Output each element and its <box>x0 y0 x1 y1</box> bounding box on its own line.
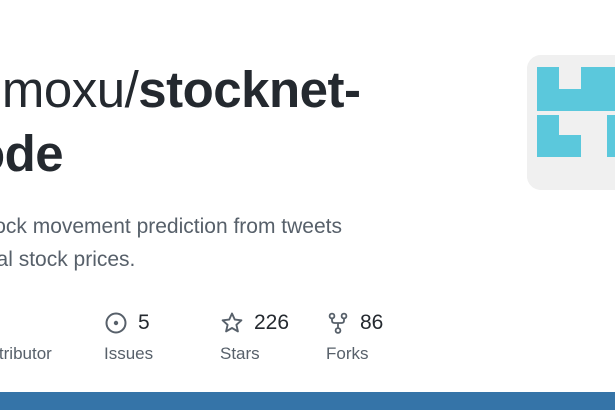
social-preview-card: umoxu/stocknet- ode e for stock movement… <box>0 0 615 410</box>
stars-label: Stars <box>220 344 260 363</box>
forks-count: 86 <box>360 311 384 334</box>
repo-description: e for stock movement prediction from twe… <box>0 210 490 276</box>
stars-count: 226 <box>254 311 290 334</box>
repo-title[interactable]: umoxu/stocknet- ode <box>0 58 494 186</box>
repo-owner[interactable]: umoxu/ <box>0 61 139 118</box>
star-icon <box>220 311 244 335</box>
issues-count: 5 <box>138 311 150 334</box>
description-line1: e for stock movement prediction from twe… <box>0 215 342 238</box>
repo-name-line2[interactable]: ode <box>0 125 64 182</box>
stat-forks[interactable]: 86 Forks <box>326 308 383 368</box>
repo-stats: ontributor 5 Issues <box>0 308 615 368</box>
stat-contributors[interactable]: ontributor <box>0 308 52 368</box>
forks-label: Forks <box>326 344 369 363</box>
stat-stars[interactable]: 226 Stars <box>220 308 289 368</box>
stat-issues[interactable]: 5 Issues <box>104 308 153 368</box>
owner-avatar[interactable] <box>527 55 615 190</box>
contributors-label: ontributor <box>0 344 52 363</box>
language-bar <box>0 392 615 410</box>
repo-name-line1[interactable]: stocknet- <box>138 61 361 118</box>
issues-label: Issues <box>104 344 154 363</box>
repo-forked-icon <box>326 311 350 335</box>
issue-opened-icon <box>104 311 128 335</box>
description-line2: historical stock prices. <box>0 248 136 271</box>
identicon-icon <box>527 55 615 190</box>
